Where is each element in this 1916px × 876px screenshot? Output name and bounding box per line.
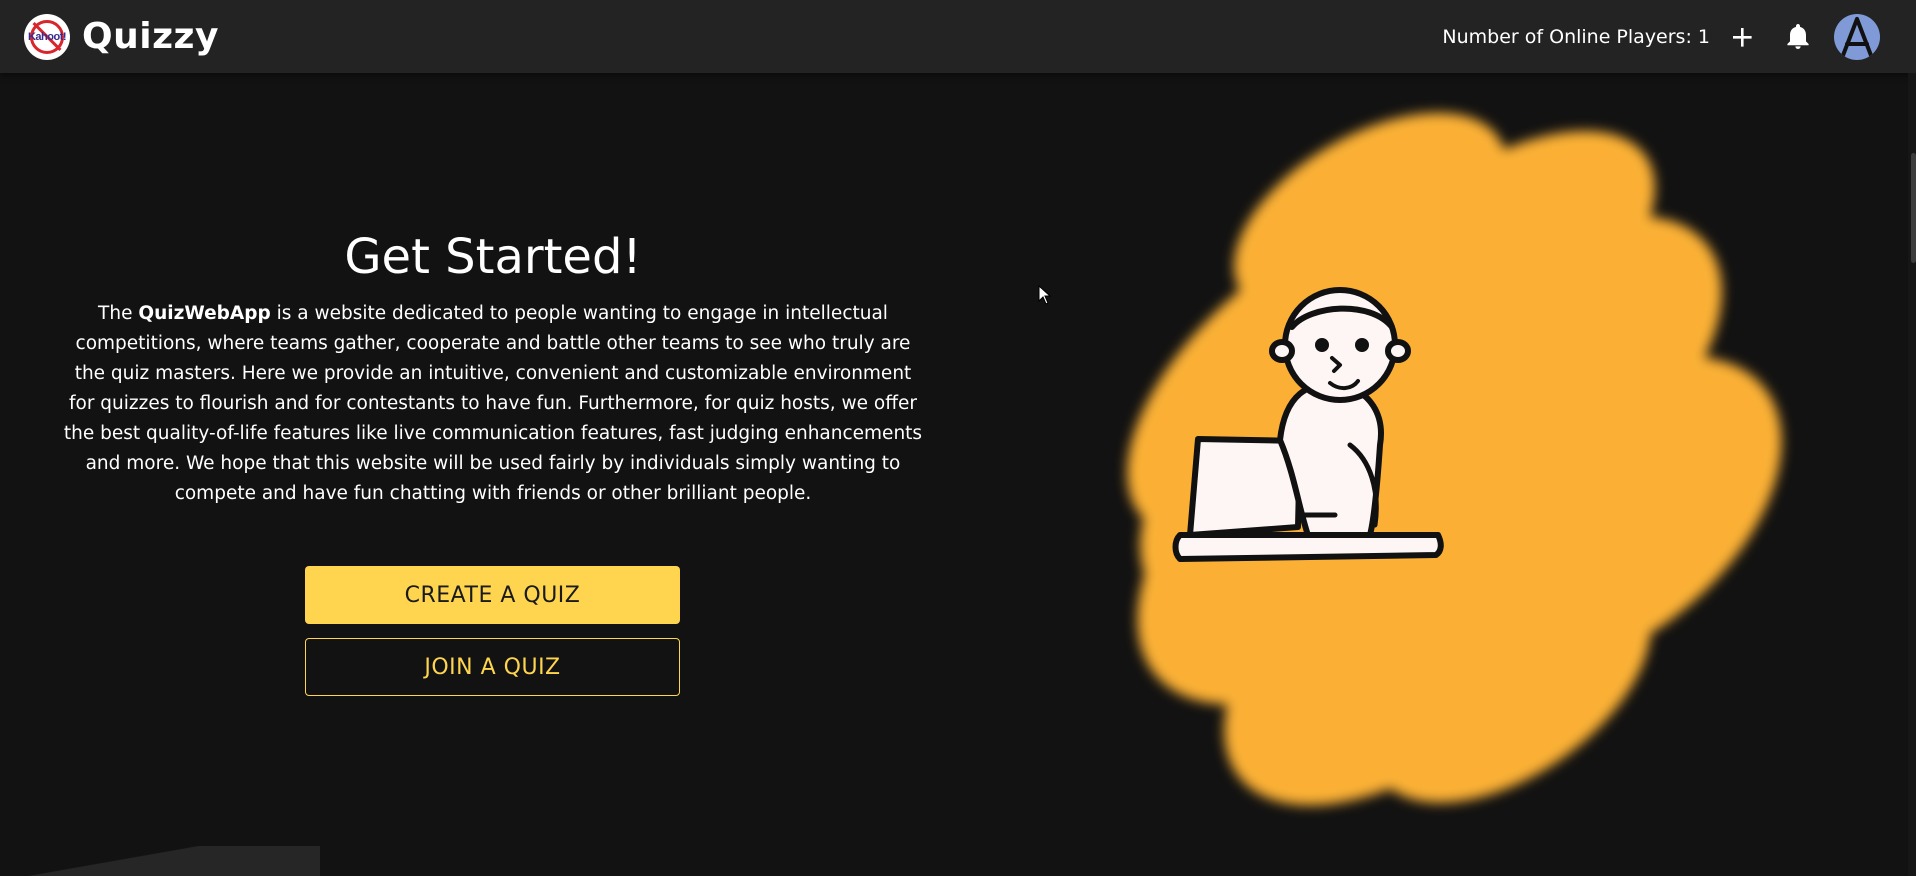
app-bar: Kahoot! Quizzy Number of Online Players:…: [0, 0, 1916, 73]
description-prefix: The: [98, 303, 139, 325]
scrollbar-thumb[interactable]: [1911, 153, 1916, 263]
hero-illustration: [1127, 112, 1782, 806]
notifications-button[interactable]: [1778, 17, 1818, 57]
description-rest: is a website dedicated to people wanting…: [63, 303, 923, 505]
app-name[interactable]: Quizzy: [82, 16, 219, 57]
bell-icon: [1787, 23, 1809, 49]
yellow-scribble-blob: [1127, 112, 1782, 806]
plus-icon: [1733, 27, 1752, 47]
bottom-decoration: [0, 846, 320, 876]
avatar-icon: [1840, 16, 1874, 60]
add-button[interactable]: [1722, 17, 1762, 57]
create-quiz-button[interactable]: CREATE A QUIZ: [305, 566, 680, 624]
scrollbar[interactable]: [1908, 73, 1916, 876]
hero-description: The QuizWebApp is a website dedicated to…: [60, 299, 926, 509]
online-players-count: Number of Online Players: 1: [1442, 25, 1710, 48]
logo-icon[interactable]: Kahoot!: [24, 13, 70, 60]
app-highlight: QuizWebApp: [138, 303, 271, 325]
header-tools: Number of Online Players: 1: [1442, 0, 1916, 73]
logo-text: Kahoot!: [27, 30, 67, 43]
join-quiz-button[interactable]: JOIN A QUIZ: [305, 638, 680, 696]
mouse-cursor-icon: [1038, 285, 1052, 305]
brand[interactable]: Kahoot! Quizzy: [24, 13, 219, 60]
user-avatar[interactable]: [1834, 13, 1880, 60]
hero-content: Get Started! The QuizWebApp is a website…: [60, 229, 926, 509]
page-title: Get Started!: [344, 229, 642, 285]
